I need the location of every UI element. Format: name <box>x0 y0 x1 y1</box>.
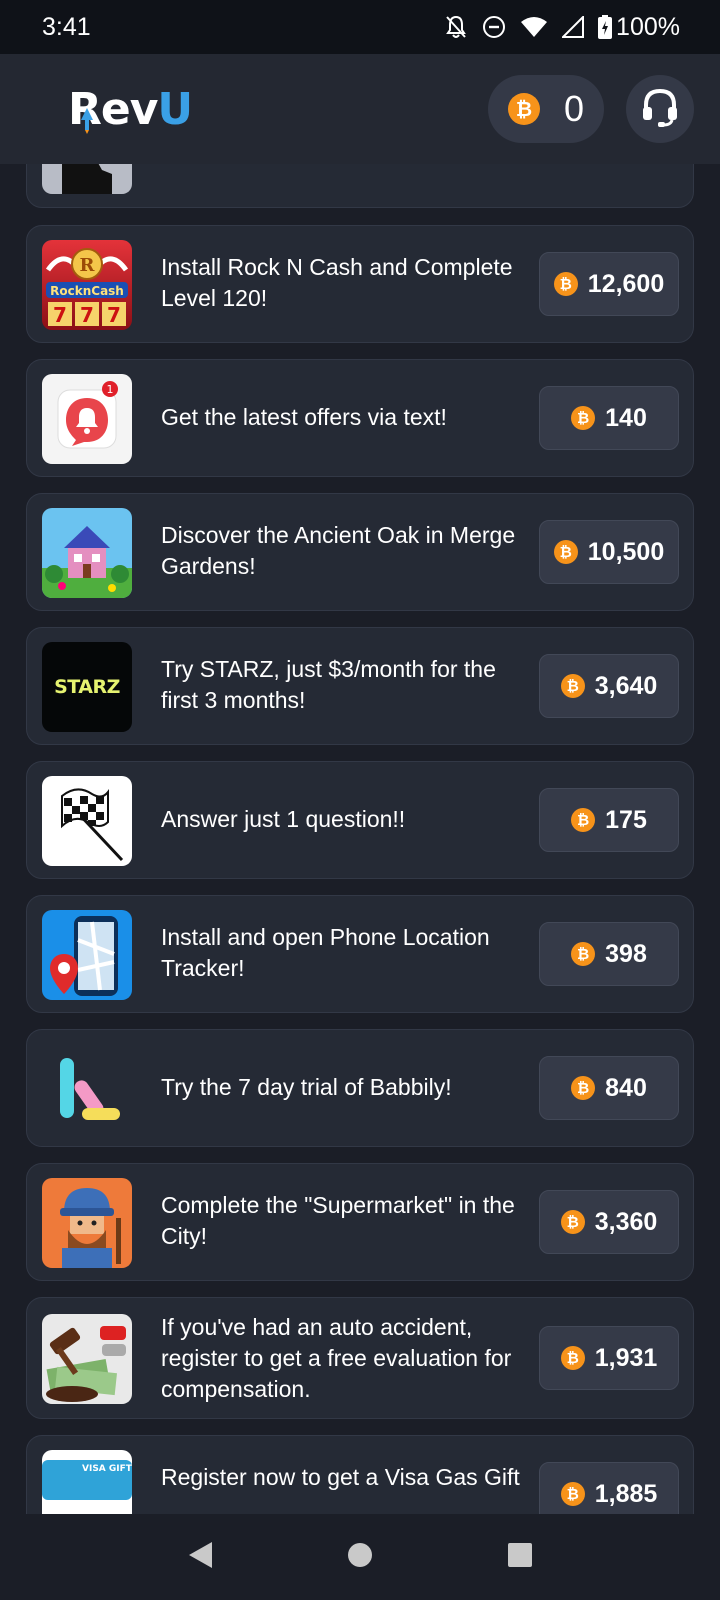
status-bar: 3:41 100% <box>0 0 720 54</box>
visa-gift-card-text: VISA GIFT <box>82 1464 132 1474</box>
offer-list[interactable]: R RocknCash 7 7 7 Install Rock N Cash an… <box>0 164 720 1514</box>
reward-amount: 398 <box>605 939 647 968</box>
location-tracker-icon <box>42 910 132 1000</box>
do-not-disturb-icon <box>482 15 506 39</box>
reward-amount: 1,931 <box>594 1343 658 1372</box>
merge-gardens-icon <box>42 508 132 598</box>
coin-balance-value: 0 <box>563 88 584 129</box>
partial-head-icon <box>42 164 132 194</box>
bitcoin-coin-icon: ₿ <box>560 1482 585 1506</box>
reward-button[interactable]: ₿ 3,640 <box>539 654 679 718</box>
svg-text:7: 7 <box>107 303 121 327</box>
reward-button[interactable]: ₿ 12,600 <box>539 252 679 316</box>
offer-title: Try STARZ, just $3/month for the first 3… <box>161 656 496 713</box>
wifi-icon <box>520 16 548 38</box>
reward-button[interactable]: ₿ 140 <box>539 386 679 450</box>
offer-card[interactable] <box>26 164 694 208</box>
home-icon[interactable] <box>346 1541 374 1574</box>
reward-amount: 840 <box>605 1073 647 1102</box>
offer-title: Register now to get a Visa Gas Gift <box>161 1464 520 1490</box>
battery-percent: 100% <box>616 12 680 41</box>
offer-title: Get the latest offers via text! <box>161 404 447 430</box>
offer-card[interactable]: If you've had an auto accident, register… <box>26 1297 694 1419</box>
notifications-off-icon <box>444 14 468 40</box>
offer-card[interactable]: Try the 7 day trial of Babbily! ₿ 840 <box>26 1029 694 1147</box>
bitcoin-coin-icon: ₿ <box>560 674 585 698</box>
app-header: Rev U ₿ 0 <box>0 54 720 164</box>
status-icons: 100% <box>444 13 680 42</box>
system-nav-bar <box>0 1514 720 1600</box>
status-time: 3:41 <box>42 12 91 41</box>
svg-text:1: 1 <box>107 383 114 396</box>
bitcoin-coin-icon: ₿ <box>560 1210 585 1234</box>
bitcoin-coin-icon: ₿ <box>560 1346 585 1370</box>
notification-bell-icon: 1 <box>42 374 132 464</box>
svg-text:7: 7 <box>80 303 94 327</box>
starz-icon: STARZ <box>42 642 132 732</box>
offer-title: Complete the "Supermarket" in the City! <box>161 1192 515 1249</box>
reward-button[interactable]: ₿ 840 <box>539 1056 679 1120</box>
bitcoin-coin-icon: ₿ <box>571 406 596 430</box>
bitcoin-coin-icon: ₿ <box>553 272 578 296</box>
reward-amount: 175 <box>605 805 647 834</box>
header-actions: ₿ 0 <box>488 75 694 143</box>
reward-button[interactable]: ₿ 1,931 <box>539 1326 679 1390</box>
reward-amount: 140 <box>605 403 647 432</box>
battery-icon <box>598 15 613 39</box>
support-button[interactable] <box>626 75 694 143</box>
offer-card[interactable]: 1 Get the latest offers via text! ₿ 140 <box>26 359 694 477</box>
reward-button[interactable]: ₿ 1,885 <box>539 1462 679 1514</box>
battery-indicator: 100% <box>598 13 680 42</box>
bitcoin-coin-icon: ₿ <box>571 1076 596 1100</box>
checkered-flag-icon <box>42 776 132 866</box>
cell-signal-icon <box>562 16 585 38</box>
visa-gift-card-icon: VISA GIFT <box>42 1450 132 1514</box>
lumberjack-icon <box>42 1178 132 1268</box>
offer-card[interactable]: Answer just 1 question!! ₿ 175 <box>26 761 694 879</box>
offer-title: If you've had an auto accident, register… <box>161 1314 512 1402</box>
reward-button[interactable]: ₿ 398 <box>539 922 679 986</box>
bitcoin-coin-icon: ₿ <box>571 808 596 832</box>
offer-card[interactable]: VISA GIFT Register now to get a Visa Gas… <box>26 1435 694 1514</box>
gavel-money-icon <box>42 1314 132 1404</box>
reward-amount: 1,885 <box>594 1479 658 1508</box>
offer-title: Answer just 1 question!! <box>161 806 406 832</box>
offer-card[interactable]: Complete the "Supermarket" in the City! … <box>26 1163 694 1281</box>
svg-text:RocknCash: RocknCash <box>50 284 124 298</box>
offer-title: Install and open Phone Location Tracker! <box>161 924 490 981</box>
offer-card[interactable]: R RocknCash 7 7 7 Install Rock N Cash an… <box>26 225 694 343</box>
reward-amount: 3,640 <box>594 671 658 700</box>
offer-card[interactable]: Install and open Phone Location Tracker!… <box>26 895 694 1013</box>
svg-text:7: 7 <box>53 303 67 327</box>
offer-title: Install Rock N Cash and Complete Level 1… <box>161 254 513 311</box>
reward-amount: 3,360 <box>594 1207 658 1236</box>
bitcoin-coin-icon: ₿ <box>553 540 578 564</box>
babbily-icon <box>42 1044 132 1134</box>
offer-title: Try the 7 day trial of Babbily! <box>161 1074 452 1100</box>
reward-amount: 10,500 <box>587 537 665 566</box>
offer-title: Discover the Ancient Oak in Merge Garden… <box>161 522 516 579</box>
offer-card[interactable]: STARZ Try STARZ, just $3/month for the f… <box>26 627 694 745</box>
bitcoin-coin-icon: ₿ <box>508 93 540 125</box>
logo-text-accent: U <box>157 83 193 135</box>
starz-logo-text: STARZ <box>54 676 120 698</box>
offer-card[interactable]: Discover the Ancient Oak in Merge Garden… <box>26 493 694 611</box>
headset-icon <box>639 86 681 133</box>
bitcoin-coin-icon: ₿ <box>571 942 596 966</box>
reward-amount: 12,600 <box>587 269 665 298</box>
revu-logo[interactable]: Rev U <box>68 83 193 135</box>
reward-button[interactable]: ₿ 10,500 <box>539 520 679 584</box>
back-icon[interactable] <box>186 1540 214 1575</box>
recents-icon[interactable] <box>506 1541 534 1574</box>
reward-button[interactable]: ₿ 3,360 <box>539 1190 679 1254</box>
coin-balance[interactable]: ₿ 0 <box>488 75 604 143</box>
svg-text:R: R <box>80 255 96 276</box>
rock-n-cash-icon: R RocknCash 7 7 7 <box>42 240 132 330</box>
rocket-icon <box>80 94 94 145</box>
reward-button[interactable]: ₿ 175 <box>539 788 679 852</box>
